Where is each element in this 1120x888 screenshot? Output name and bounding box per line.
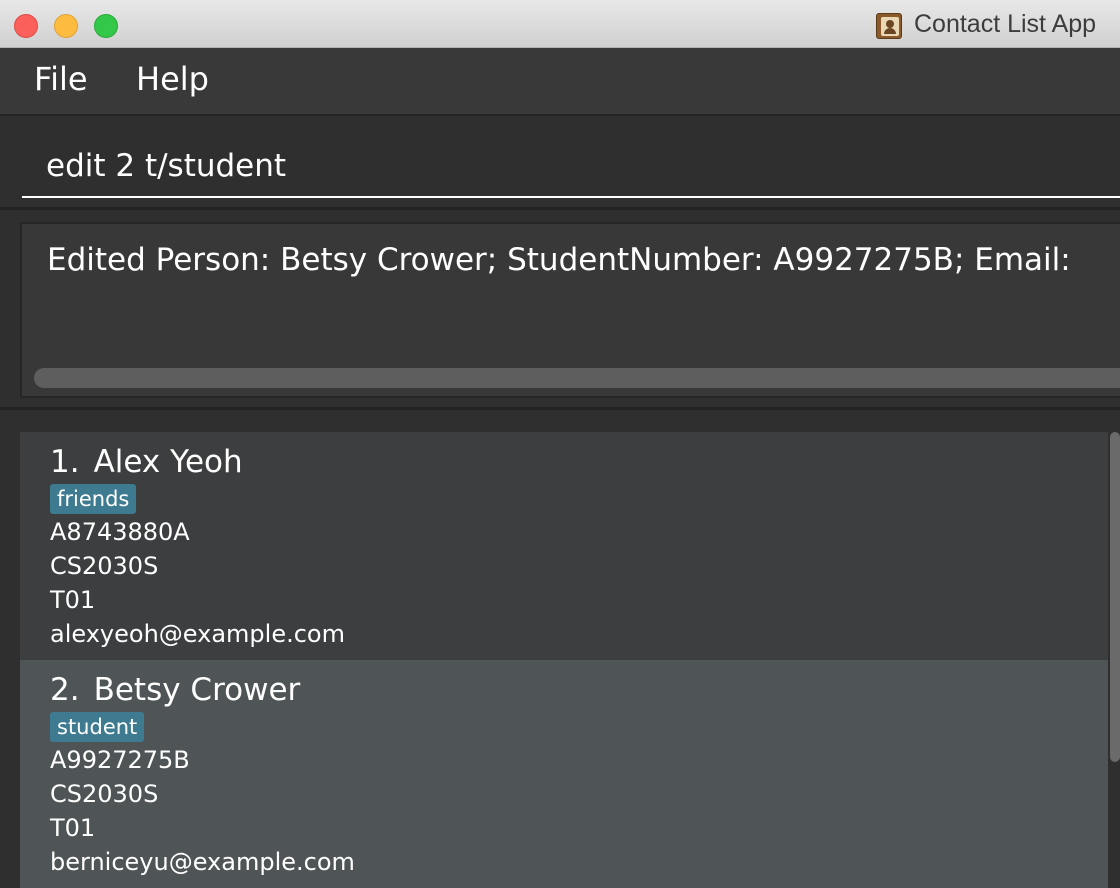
person-card[interactable]: 1. Alex Yeoh friends A8743880A CS2030S T0… — [20, 432, 1108, 660]
person-index: 1. — [50, 444, 80, 480]
person-module: CS2030S — [50, 780, 159, 808]
result-display: Edited Person: Betsy Crower; StudentNumb… — [20, 222, 1120, 398]
app-window: Contact List App File Help Edited Person… — [0, 0, 1120, 888]
contacts-book-person-head — [886, 20, 894, 28]
command-box-panel — [0, 116, 1120, 210]
person-name-line: 1. Alex Yeoh — [50, 444, 243, 480]
person-index: 2. — [50, 672, 80, 708]
person-tag: student — [50, 712, 145, 742]
contacts-book-person-body — [884, 28, 896, 34]
list-vertical-scrollbar[interactable] — [1110, 432, 1120, 762]
window-title: Contact List App — [914, 10, 1097, 38]
menu-bar: File Help — [0, 48, 1120, 116]
person-student-number: A8743880A — [50, 518, 190, 546]
minimize-window-button[interactable] — [54, 14, 78, 38]
person-student-number: A9927275B — [50, 746, 190, 774]
person-module: CS2030S — [50, 552, 159, 580]
person-name: Alex Yeoh — [93, 444, 243, 480]
menu-help[interactable]: Help — [136, 60, 209, 98]
person-tutorial: T01 — [50, 814, 96, 842]
person-name: Betsy Crower — [93, 672, 301, 708]
person-email: berniceyu@example.com — [50, 848, 355, 876]
menu-file[interactable]: File — [34, 60, 88, 98]
maximize-window-button[interactable] — [94, 14, 118, 38]
close-window-button[interactable] — [14, 14, 38, 38]
contacts-book-icon — [876, 13, 902, 39]
command-input[interactable] — [22, 136, 1120, 198]
result-horizontal-scrollbar[interactable] — [34, 368, 1120, 388]
person-email: alexyeoh@example.com — [50, 620, 345, 648]
person-card-selected[interactable]: 2. Betsy Crower student A9927275B CS2030S… — [20, 660, 1108, 888]
result-message: Edited Person: Betsy Crower; StudentNumb… — [47, 242, 1071, 278]
result-display-panel: Edited Person: Betsy Crower; StudentNumb… — [0, 210, 1120, 410]
person-tutorial: T01 — [50, 586, 96, 614]
person-tag: friends — [50, 484, 137, 514]
person-list: 1. Alex Yeoh friends A8743880A CS2030S T0… — [0, 410, 1120, 888]
title-bar[interactable]: Contact List App — [0, 0, 1120, 48]
person-name-line: 2. Betsy Crower — [50, 672, 300, 708]
